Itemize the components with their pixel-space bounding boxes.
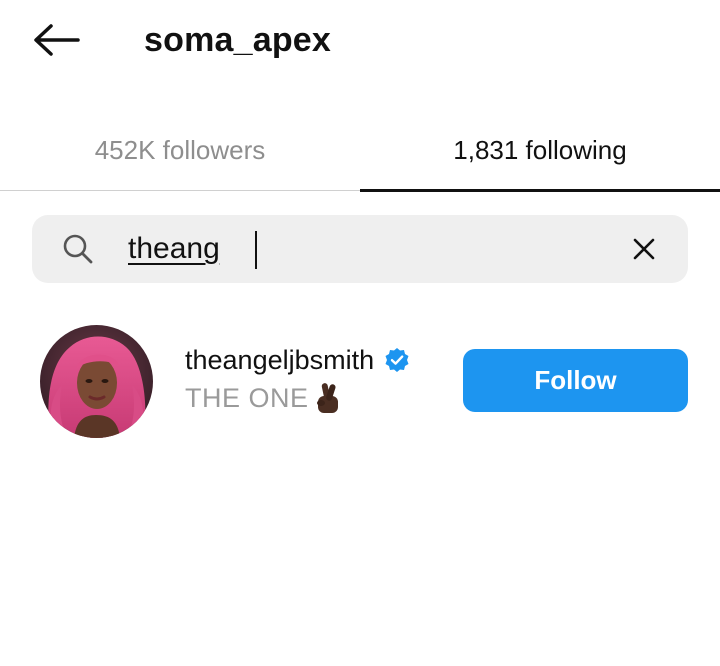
text-cursor xyxy=(255,231,257,269)
search-icon xyxy=(63,234,93,264)
username[interactable]: theangeljbsmith xyxy=(185,345,374,376)
crossed-fingers-icon xyxy=(316,383,338,413)
back-button[interactable] xyxy=(30,18,82,62)
tab-followers[interactable]: 452K followers xyxy=(0,110,360,190)
username-row: theangeljbsmith xyxy=(185,342,410,378)
clear-search-button[interactable] xyxy=(624,229,664,269)
avatar[interactable] xyxy=(40,325,153,438)
arrow-left-icon xyxy=(34,24,80,56)
tab-bar: 452K followers 1,831 following xyxy=(0,110,720,192)
follow-button[interactable]: Follow xyxy=(463,349,688,412)
close-icon xyxy=(633,238,655,260)
tab-following[interactable]: 1,831 following xyxy=(360,110,720,190)
page-title: soma_apex xyxy=(144,21,332,59)
subtitle-row: THE ONE xyxy=(185,380,343,416)
search-input[interactable] xyxy=(128,225,608,273)
list-item[interactable]: theangeljbsmith THE ONE Follow xyxy=(0,322,720,442)
search-bar xyxy=(32,215,688,283)
verified-badge-icon xyxy=(385,348,409,372)
user-subtitle: THE ONE xyxy=(185,382,309,413)
active-tab-indicator xyxy=(360,189,720,192)
header-bar: soma_apex xyxy=(0,0,720,80)
